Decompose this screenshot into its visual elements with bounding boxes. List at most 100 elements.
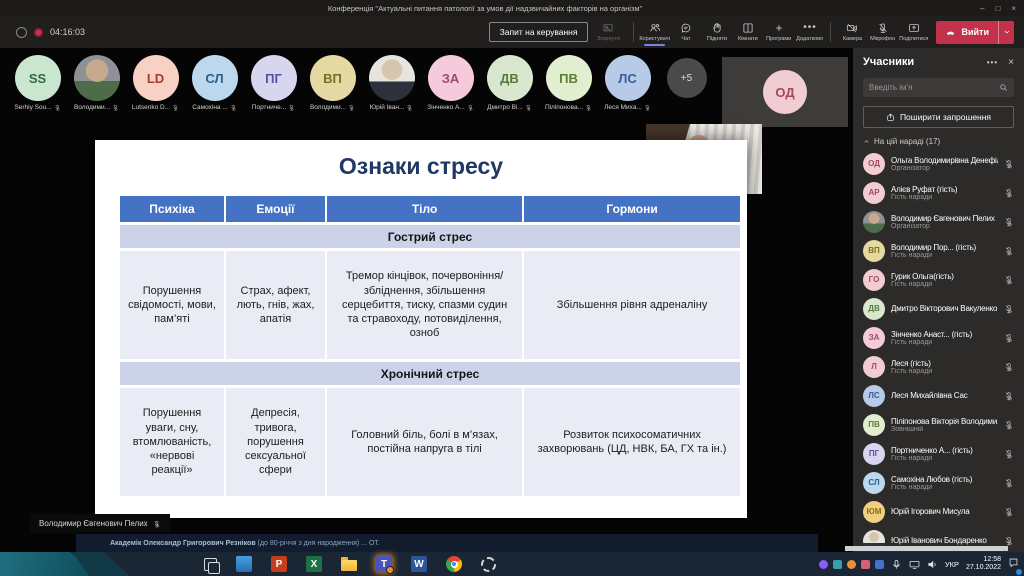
- breakout-rooms-button[interactable]: Кімнати: [732, 20, 763, 45]
- avatar: ПГ: [250, 55, 297, 101]
- participant-search-input[interactable]: Введіть ім'я: [863, 78, 1014, 97]
- filmstrip-participant[interactable]: ВП Володими...: [307, 55, 358, 111]
- settings-gear-icon[interactable]: [481, 556, 496, 572]
- table-cell-psyche: Порушення свідомості, мови, пам’яті: [120, 251, 224, 359]
- table-header-cell: Емоції: [225, 196, 326, 222]
- more-actions-button[interactable]: ••• Додатково: [794, 20, 825, 45]
- participant-row[interactable]: АР Алієв Руфат (гість) Гість наради: [863, 178, 1014, 207]
- start-button[interactable]: [0, 552, 150, 576]
- tray-app-icon[interactable]: [832, 559, 842, 569]
- taskbar-clock[interactable]: 12:58 27.10.2022: [966, 556, 1001, 573]
- file-explorer-icon[interactable]: [341, 557, 357, 571]
- raise-hand-button[interactable]: Підняти: [701, 20, 732, 45]
- leave-options-dropdown[interactable]: [998, 20, 1014, 44]
- in-meeting-section-header[interactable]: На цій нараді (17): [863, 137, 1014, 146]
- avatar: ОД: [863, 152, 885, 175]
- participant-row[interactable]: Володимир Євгенович Пелих Організатор: [863, 207, 1014, 236]
- participant-row[interactable]: ПВ Піліпонова Вікторія Володими... Зовні…: [863, 410, 1014, 439]
- taskbar-apps: P X T W: [204, 556, 496, 574]
- mic-off-icon: [1004, 420, 1014, 430]
- mic-off-icon: [288, 104, 295, 111]
- table-cell-psyche: Порушення уваги, сну, втомлюваність, «не…: [120, 388, 224, 496]
- excel-icon[interactable]: X: [306, 556, 322, 572]
- filmstrip-participant[interactable]: ДВ Дмитро Ві...: [484, 55, 535, 111]
- panel-more-button[interactable]: •••: [987, 58, 998, 67]
- filmstrip-participant[interactable]: Володими...: [71, 55, 122, 111]
- apps-button[interactable]: + Програми: [763, 20, 794, 45]
- task-view-icon[interactable]: [204, 557, 220, 574]
- filmstrip-participant[interactable]: ЗА Зінченко А...: [425, 55, 476, 111]
- notification-center-icon[interactable]: [1008, 555, 1022, 575]
- avatar: ДВ: [486, 55, 533, 101]
- participant-name: Юрій Ігорович Мисула: [891, 507, 970, 516]
- mic-off-icon: [1004, 275, 1014, 285]
- table-header-cell: Тіло: [327, 196, 523, 222]
- participant-name: Самохіна ...: [192, 104, 228, 111]
- avatar: LD: [132, 55, 179, 101]
- participant-row[interactable]: ДВ Дмитро Вікторович Вакуленко: [863, 294, 1014, 323]
- avatar: ВП: [309, 55, 356, 101]
- microphone-tray-icon[interactable]: [891, 559, 902, 570]
- filmstrip-participant[interactable]: LD Lutsenko D...: [130, 55, 181, 111]
- mic-off-icon: [1004, 391, 1014, 401]
- window-close-button[interactable]: ×: [1011, 4, 1016, 13]
- participant-row[interactable]: ВП Володимир Пор... (гість) Гість наради: [863, 236, 1014, 265]
- word-icon[interactable]: W: [411, 556, 427, 572]
- participant-row[interactable]: СЛ Самохіна Любов (гість) Гість наради: [863, 468, 1014, 497]
- chat-button[interactable]: Чат: [670, 20, 701, 45]
- window-minimize-button[interactable]: –: [980, 4, 984, 13]
- filmstrip-participant[interactable]: ПГ Портниче...: [248, 55, 299, 111]
- participant-row[interactable]: Л Леся (гість) Гість наради: [863, 352, 1014, 381]
- participant-row[interactable]: ЮМ Юрій Ігорович Мисула: [863, 497, 1014, 526]
- share-invite-button[interactable]: Поширити запрошення: [863, 106, 1014, 128]
- participant-row[interactable]: ЗА Зінченко Анаст... (гість) Гість нарад…: [863, 323, 1014, 352]
- teams-icon-active[interactable]: T: [376, 556, 394, 574]
- mic-off-icon: [525, 104, 532, 111]
- chevron-down-icon: [1003, 28, 1011, 36]
- participant-name: Юрій Іванович Бондаренко: [891, 536, 987, 545]
- share-content-button[interactable]: Поділитися: [898, 20, 929, 45]
- taskbar-time: 12:58: [983, 555, 1001, 563]
- volume-tray-icon[interactable]: [927, 559, 938, 570]
- tray-app-icon[interactable]: [860, 559, 870, 569]
- app-icon-blue[interactable]: [236, 556, 252, 572]
- tray-app-icon[interactable]: [874, 559, 884, 569]
- tray-app-icon[interactable]: [818, 559, 828, 569]
- mic-off-icon: [1004, 478, 1014, 488]
- participant-name: Леся Миха...: [604, 104, 642, 111]
- avatar: СЛ: [191, 55, 238, 101]
- avatar: [73, 55, 120, 101]
- chat-icon: [680, 22, 692, 34]
- mic-off-icon: [230, 104, 237, 111]
- panel-close-button[interactable]: ×: [1008, 57, 1014, 68]
- filmstrip-participant[interactable]: Юрій Іван...: [366, 55, 417, 111]
- shared-slide: Ознаки стресу Психіка Емоції Тіло Гормон…: [95, 140, 747, 518]
- microphone-toggle-button[interactable]: Мікрофон: [867, 20, 898, 45]
- avatar: Л: [863, 355, 885, 378]
- filmstrip-participant[interactable]: ПВ Піліпонова...: [543, 55, 594, 111]
- video-tile-od[interactable]: ОД: [722, 57, 848, 127]
- participant-name: Піліпонова Вікторія Володими...: [891, 416, 998, 426]
- leave-button[interactable]: Вийти: [936, 20, 1014, 44]
- filmstrip-participant[interactable]: +5: [661, 55, 712, 98]
- network-tray-icon[interactable]: [909, 559, 920, 570]
- tray-app-icon[interactable]: [846, 559, 856, 569]
- participants-button[interactable]: Користувачі: [639, 20, 670, 46]
- plus-icon: +: [775, 20, 783, 35]
- participants-filmstrip: SS Serhiy Sou... Володими... LD Lutsenko…: [12, 55, 712, 111]
- camera-toggle-button[interactable]: Камера: [836, 20, 867, 45]
- filmstrip-participant[interactable]: СЛ Самохіна ...: [189, 55, 240, 111]
- table-section-row: Хронічний стрес: [120, 362, 740, 385]
- participant-role: Гість наради: [891, 193, 933, 201]
- filmstrip-participant[interactable]: SS Serhiy Sou...: [12, 55, 63, 111]
- participant-row[interactable]: ПГ Портниченко А... (гість) Гість наради: [863, 439, 1014, 468]
- window-maximize-button[interactable]: □: [995, 4, 1000, 13]
- filmstrip-participant[interactable]: ЛС Леся Миха...: [602, 55, 653, 111]
- participant-row[interactable]: ОД Ольга Володимирівна Денефіль Організа…: [863, 149, 1014, 178]
- participant-row[interactable]: ГО Гурик Ольга(гість) Гість наради: [863, 265, 1014, 294]
- powerpoint-icon[interactable]: P: [271, 556, 287, 572]
- request-control-button[interactable]: Запит на керування: [488, 22, 589, 42]
- chrome-icon[interactable]: [446, 556, 462, 572]
- language-indicator[interactable]: УКР: [945, 560, 959, 569]
- participant-row[interactable]: ЛС Леся Михайлівна Сас: [863, 381, 1014, 410]
